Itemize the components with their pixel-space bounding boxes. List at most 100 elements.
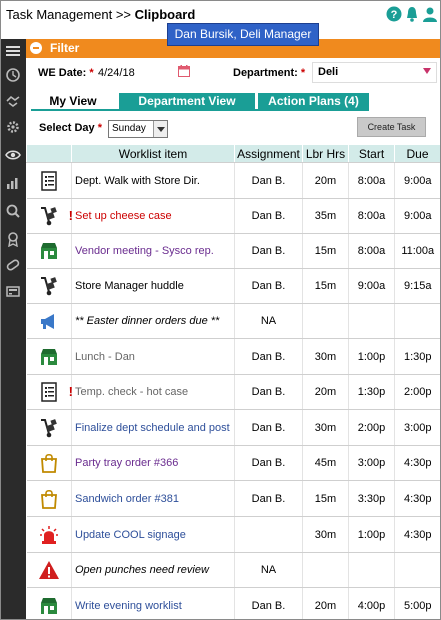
labor-hours-cell: 20m (302, 374, 349, 410)
help-icon[interactable]: ? (386, 6, 402, 22)
labor-hours-cell: 15m (302, 480, 349, 517)
table-row[interactable]: ** Easter dinner orders due ** NA (26, 303, 440, 339)
row-icon-cell: ! (26, 198, 73, 234)
priority-flag: ! (68, 208, 73, 223)
chart-icon[interactable] (5, 175, 21, 191)
due-time-cell: 11:00a (394, 233, 440, 269)
hand-truck-icon (38, 207, 60, 226)
table-row[interactable]: Lunch - Dan Dan B. 30m 1:00p 1:30p (26, 338, 440, 375)
row-icon-cell (26, 480, 72, 517)
table-row[interactable]: Open punches need review NA (26, 552, 440, 588)
siren-icon (38, 525, 60, 544)
breadcrumb[interactable]: Task Management >> (6, 7, 135, 22)
table-row[interactable]: ! Set up cheese case Dan B. 35m 8:00a 9:00a (26, 198, 440, 234)
worklist-item[interactable]: ** Easter dinner orders due ** (71, 303, 235, 339)
menu-icon[interactable] (5, 43, 21, 59)
award-icon[interactable] (5, 231, 21, 247)
select-day-label: Select Day * (39, 122, 102, 134)
worklist-item[interactable]: Set up cheese case (71, 198, 235, 234)
create-task-button[interactable]: Create Task (357, 117, 426, 137)
worklist-item[interactable]: Party tray order #366 (71, 445, 235, 481)
user-badge[interactable]: Dan Bursik, Deli Manager (167, 23, 319, 46)
column-header-start[interactable]: Start (348, 144, 395, 163)
labor-hours-cell (302, 552, 349, 588)
clock-icon[interactable] (5, 67, 21, 83)
table-row[interactable]: Update COOL signage 30m 1:00p 4:30p (26, 516, 440, 553)
collapse-icon[interactable] (30, 42, 42, 54)
column-header-due[interactable]: Due (394, 144, 440, 163)
gear-icon[interactable] (5, 119, 21, 135)
column-header-worklist-item[interactable]: Worklist item (71, 144, 235, 163)
eye-icon[interactable] (5, 147, 21, 163)
labor-hours-cell: 20m (302, 162, 349, 199)
due-time-cell: 3:00p (394, 409, 440, 446)
storefront-icon (38, 348, 60, 365)
worklist-item[interactable]: Temp. check - hot case (71, 374, 235, 410)
we-date-label: WE Date: * (38, 67, 94, 79)
due-time-cell: 1:30p (394, 338, 440, 375)
column-header-lbr-hrs[interactable]: Lbr Hrs (302, 144, 349, 163)
megaphone-icon (38, 314, 60, 329)
start-time-cell: 8:00a (348, 233, 395, 269)
worklist-item[interactable]: Finalize dept schedule and post (71, 409, 235, 446)
svg-text:?: ? (391, 9, 398, 21)
day-select[interactable]: Sunday (108, 120, 168, 138)
worklist-item[interactable]: Sandwich order #381 (71, 480, 235, 517)
assignment-cell: NA (234, 303, 303, 339)
due-time-cell: 9:00a (394, 198, 440, 234)
department-select[interactable]: Deli (312, 62, 437, 83)
row-icon-cell: ! (26, 374, 73, 410)
worklist-item[interactable]: Write evening worklist (71, 587, 235, 619)
due-time-cell: 2:00p (394, 374, 440, 410)
table-row[interactable]: ! Temp. check - hot case Dan B. 20m 1:30p 2:0… (26, 374, 440, 410)
worklist-table: Worklist item Assignment Lbr Hrs Start D… (26, 144, 440, 619)
table-row[interactable]: Dept. Walk with Store Dir. Dan B. 20m 8:00a… (26, 162, 440, 199)
chevron-down-icon[interactable] (153, 121, 167, 137)
worklist-item[interactable]: Lunch - Dan (71, 338, 235, 375)
department-value: Deli (318, 66, 339, 78)
table-row[interactable]: Vendor meeting - Sysco rep. Dan B. 15m 8:00… (26, 233, 440, 269)
start-time-cell: 3:00p (348, 445, 395, 481)
worklist-item[interactable]: Update COOL signage (71, 516, 235, 553)
worklist-item[interactable]: Vendor meeting - Sysco rep. (71, 233, 235, 269)
tab-department-view[interactable]: Department View (119, 93, 255, 109)
table-row[interactable]: Write evening worklist Dan B. 20m 4:00p 5:00… (26, 587, 440, 619)
start-time-cell: 4:00p (348, 587, 395, 619)
user-icon[interactable] (422, 6, 438, 22)
table-row[interactable]: Sandwich order #381 Dan B. 15m 3:30p 4:30p (26, 480, 440, 517)
day-value: Sunday (112, 123, 146, 134)
start-time-cell: 8:00a (348, 198, 395, 234)
column-header-assignment[interactable]: Assignment (234, 144, 303, 163)
due-time-cell: 4:30p (394, 445, 440, 481)
bell-icon[interactable] (404, 6, 420, 22)
due-time-cell: 5:00p (394, 587, 440, 619)
storefront-icon (38, 243, 60, 259)
assignment-cell (234, 516, 303, 553)
page-title: Task Management >> Clipboard (6, 7, 195, 22)
pill-icon[interactable] (5, 257, 21, 273)
assignment-cell: Dan B. (234, 587, 303, 619)
tab-action-plans[interactable]: Action Plans (4) (258, 93, 369, 109)
row-icon-cell (26, 409, 72, 446)
calendar-icon[interactable] (178, 65, 190, 77)
assignment-cell: Dan B. (234, 480, 303, 517)
handshake-icon[interactable] (5, 93, 21, 109)
we-date-field[interactable]: 4/24/18 (98, 67, 135, 79)
hand-truck-icon (38, 277, 60, 296)
table-body: Dept. Walk with Store Dir. Dan B. 20m 8:00a… (26, 162, 440, 619)
worklist-item[interactable]: Store Manager huddle (71, 268, 235, 304)
start-time-cell: 9:00a (348, 268, 395, 304)
magnifier-icon[interactable] (5, 203, 21, 219)
table-row[interactable]: Party tray order #366 Dan B. 45m 3:00p 4:30p (26, 445, 440, 481)
register-icon[interactable] (5, 283, 21, 299)
table-row[interactable]: Finalize dept schedule and post Dan B. 30m… (26, 409, 440, 446)
filter-label: Filter (50, 41, 80, 55)
shopping-bag-icon (38, 453, 60, 473)
dropdown-arrow-icon[interactable] (423, 68, 431, 74)
assignment-cell: Dan B. (234, 268, 303, 304)
worklist-item[interactable]: Dept. Walk with Store Dir. (71, 162, 235, 199)
worklist-item[interactable]: Open punches need review (71, 552, 235, 588)
table-row[interactable]: Store Manager huddle Dan B. 15m 9:00a 9:15a (26, 268, 440, 304)
assignment-cell: Dan B. (234, 445, 303, 481)
due-time-cell: 4:30p (394, 516, 440, 553)
